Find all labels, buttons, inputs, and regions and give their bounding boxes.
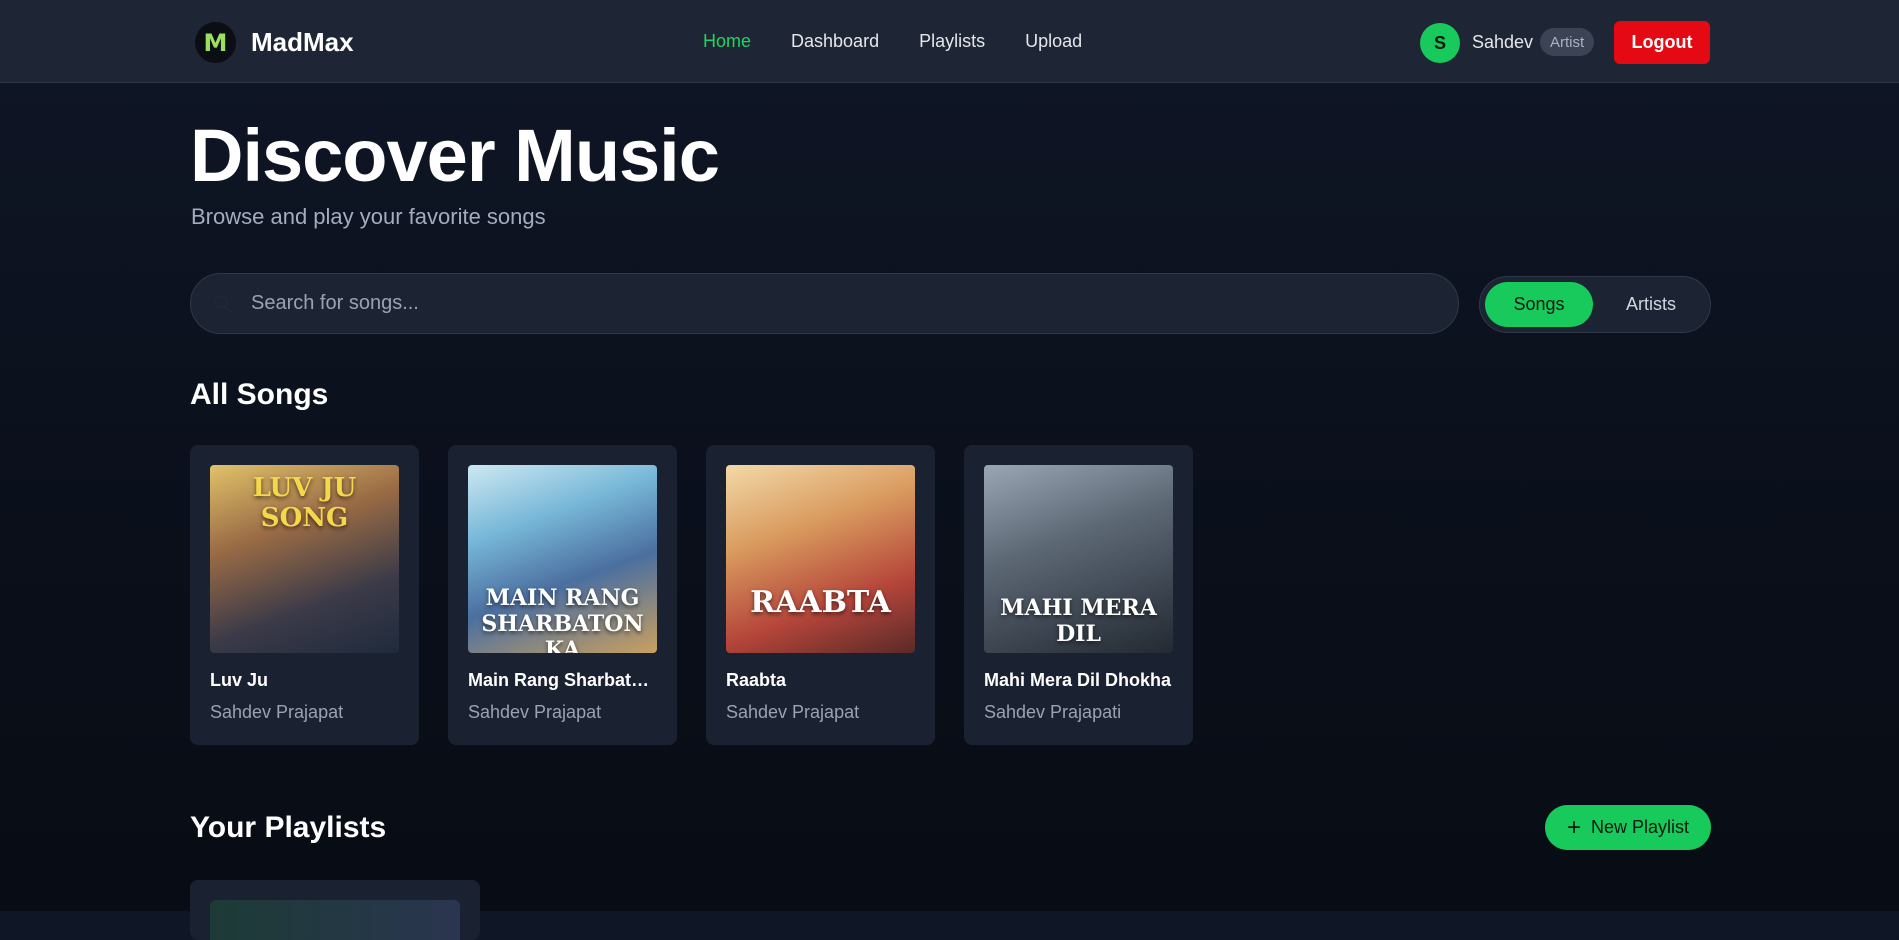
role-badge: Artist	[1540, 28, 1595, 56]
search-icon	[214, 295, 232, 313]
new-playlist-button[interactable]: + New Playlist	[1545, 805, 1711, 850]
cover-text: RAABTA	[750, 585, 891, 620]
nav-playlists[interactable]: Playlists	[919, 31, 985, 52]
song-title: Luv Ju	[210, 670, 269, 690]
song-cover: MAIN RANG SHARBATON KA	[468, 465, 657, 653]
search-bar[interactable]	[190, 273, 1459, 334]
song-card[interactable]: MAHI MERA DIL Mahi Mera Dil Dhokha Sahde…	[964, 445, 1193, 745]
new-playlist-label: New Playlist	[1590, 817, 1690, 837]
song-artist: Sahdev Prajapat	[726, 702, 860, 722]
nav-upload[interactable]: Upload	[1025, 31, 1082, 52]
toggle-artists[interactable]: Artists	[1597, 282, 1705, 327]
search-input[interactable]	[251, 274, 1441, 333]
playlist-cover	[210, 900, 460, 940]
logo-icon: M	[195, 22, 236, 63]
song-card[interactable]: RAABTA Raabta Sahdev Prajapat	[706, 445, 935, 745]
playlist-card[interactable]	[190, 880, 480, 940]
song-card[interactable]: MAIN RANG SHARBATON KA Main Rang Sharbat…	[448, 445, 677, 745]
nav-dashboard[interactable]: Dashboard	[791, 31, 879, 52]
song-artist: Sahdev Prajapati	[984, 702, 1122, 722]
song-cover: RAABTA	[726, 465, 915, 653]
song-artist: Sahdev Prajapat	[210, 702, 344, 722]
song-artist: Sahdev Prajapat	[468, 702, 602, 722]
plus-icon: +	[1566, 813, 1581, 841]
brand-name: MadMax	[251, 27, 354, 57]
nav-home[interactable]: Home	[703, 31, 751, 52]
song-title: Raabta	[726, 670, 787, 690]
all-songs-heading: All Songs	[190, 378, 329, 411]
top-navbar: M MadMax Home Dashboard Playlists Upload…	[0, 0, 1899, 83]
page-title: Discover Music	[190, 114, 720, 197]
search-mode-toggle: Songs Artists	[1479, 276, 1711, 333]
logout-button[interactable]: Logout	[1614, 21, 1710, 64]
cover-text: MAHI MERA DIL	[1000, 595, 1157, 647]
page-subtitle: Browse and play your favorite songs	[191, 204, 546, 229]
brand-logo[interactable]: M MadMax	[195, 22, 354, 63]
cover-text: LUV JU SONG	[252, 473, 357, 533]
song-cover: LUV JU SONG	[210, 465, 399, 653]
song-title: Mahi Mera Dil Dhokha	[984, 670, 1172, 690]
main-nav: Home Dashboard Playlists Upload	[703, 31, 1082, 52]
cover-text: MAIN RANG SHARBATON KA	[481, 585, 644, 653]
toggle-songs[interactable]: Songs	[1485, 282, 1593, 327]
song-title: Main Rang Sharbaton...	[468, 670, 658, 690]
user-name: Sahdev	[1472, 32, 1534, 52]
user-avatar[interactable]: S	[1420, 23, 1460, 63]
song-card[interactable]: LUV JU SONG Luv Ju Sahdev Prajapat	[190, 445, 419, 745]
song-cover: MAHI MERA DIL	[984, 465, 1173, 653]
playlists-heading: Your Playlists	[190, 811, 387, 844]
